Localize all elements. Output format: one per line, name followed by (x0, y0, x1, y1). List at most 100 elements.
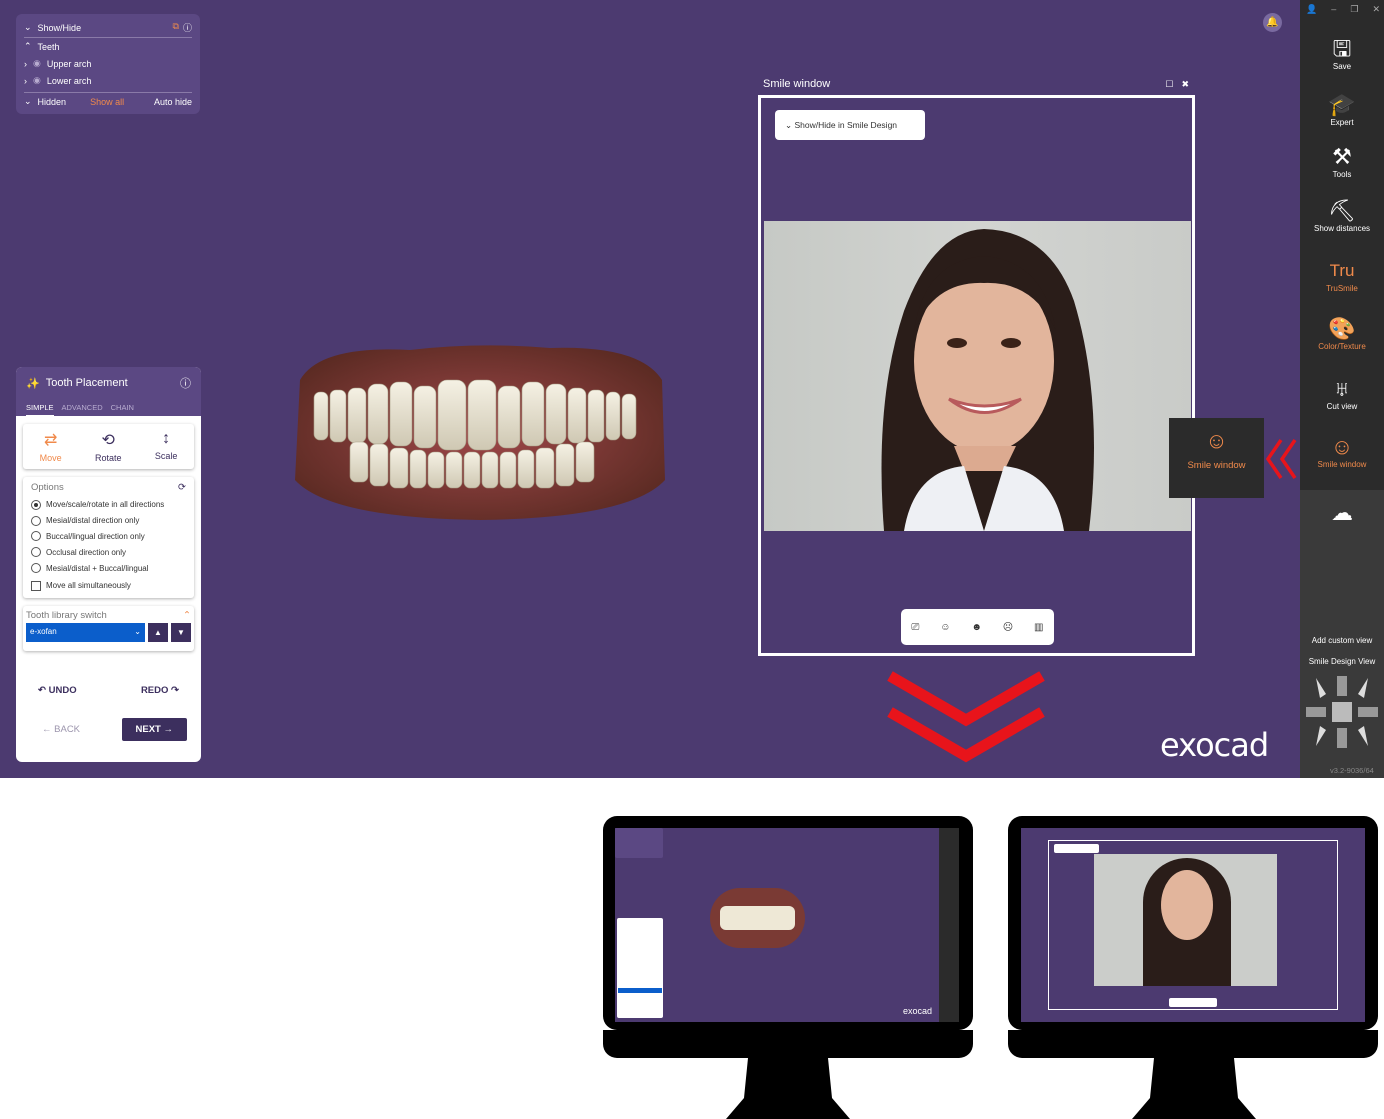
tab-chain[interactable]: CHAIN (111, 403, 134, 417)
monitor-left-stand (726, 1058, 850, 1119)
scale-icon: ↕ (162, 430, 171, 447)
palette-icon: 🎨 (1328, 316, 1356, 341)
option-radio[interactable]: Buccal/lingual direction only (31, 529, 186, 545)
teeth-group[interactable]: ⌃ Teeth (24, 38, 192, 55)
user-icon[interactable]: 👤 (1306, 4, 1317, 15)
toolbar-expert[interactable]: 🎓 Expert (1300, 92, 1384, 127)
option-radio[interactable]: Occlusal direction only (31, 544, 186, 560)
toolbar-color-texture[interactable]: 🎨 Color/Texture (1300, 316, 1384, 351)
monitor-right-stand (1132, 1058, 1256, 1119)
transform-mode-group: ⇄ Move ⟲ Rotate ↕ Scale (23, 424, 194, 469)
monitor-left-chin (603, 1030, 973, 1058)
lower-arch-item[interactable]: › ◉ Lower arch (24, 72, 192, 89)
chevron-down-icon[interactable]: ⌄ (24, 22, 32, 33)
options-box: Options ⟳ Move/scale/rotate in all direc… (23, 477, 194, 598)
upper-arch-item[interactable]: › ◉ Upper arch (24, 55, 192, 72)
monitor-right-chin (1008, 1030, 1378, 1058)
toolbar-trusmile[interactable]: Tru TruSmile (1300, 258, 1384, 293)
tools-icon: ⚒ (1332, 144, 1352, 169)
face-2d-icon[interactable]: ☺ (940, 622, 950, 633)
move-all-checkbox[interactable]: Move all simultaneously (31, 578, 186, 594)
close-icon[interactable]: ✕ (1372, 4, 1380, 15)
toolbar-save[interactable]: 🖫 Save (1300, 36, 1384, 71)
library-up-button[interactable]: ▲ (148, 623, 168, 642)
maximize-icon[interactable]: ☐ (1165, 79, 1173, 90)
cloud-ai-icon: ☁ (1331, 500, 1353, 525)
rotate-icon: ⟲ (101, 432, 115, 449)
help-icon[interactable]: ⓘ (183, 21, 192, 34)
monitor-left-screen: exocad (615, 828, 959, 1022)
minimize-icon[interactable]: – (1331, 4, 1336, 15)
rotate-button[interactable]: ⟲ Rotate (95, 430, 122, 463)
chevron-up-icon[interactable]: ⌃ (183, 610, 191, 621)
right-toolbar: 👤 – ❐ ✕ 🖫 Save 🎓 Expert ⚒ Tools ⛏ Show d… (1300, 0, 1384, 778)
option-radio[interactable]: Mesial/distal + Buccal/lingual (31, 560, 186, 576)
option-radio[interactable]: Mesial/distal direction only (31, 513, 186, 529)
toolbar-cut-view[interactable]: ♅ Cut view (1300, 376, 1384, 411)
bell-icon[interactable]: 🔔 (1263, 13, 1282, 32)
tooth-library-select[interactable]: e-xofan ⌄ (26, 623, 145, 642)
show-distances-icon: ⛏ (1328, 198, 1356, 223)
exocad-app: ⌄ Show/Hide ⧉ ⓘ ⌃ Teeth › ◉ Upper arch ›… (0, 0, 1384, 778)
reset-icon[interactable]: ⟳ (178, 482, 186, 493)
toolbar-ai-cloud[interactable]: ☁ (1300, 490, 1384, 542)
tooth-placement-title: Tooth Placement (45, 377, 128, 389)
smile-tools-bar: ⎚ ☺ ☻ ☹ ▥ (901, 609, 1054, 645)
move-arrows-icon: ⇄ (43, 432, 58, 449)
show-hide-title: Show/Hide (37, 22, 82, 33)
back-button[interactable]: ← BACK (42, 724, 80, 735)
view-cube-icon[interactable] (1304, 674, 1380, 750)
pin-icon[interactable]: ⧉ (173, 21, 179, 34)
scale-button[interactable]: ↕ Scale (155, 430, 178, 463)
chevron-up-icon: ⌃ (24, 41, 32, 51)
smile-window-titlebar[interactable]: Smile window ☐ ✖ (757, 74, 1195, 94)
left-arrows (1265, 439, 1297, 479)
chevron-right-icon: › (24, 58, 27, 69)
monitor-right-screen (1021, 828, 1365, 1022)
toolbar-bottom-area: Add custom view Smile Design View (1300, 542, 1384, 778)
undo-button[interactable]: ↶ UNDO (38, 685, 77, 696)
library-down-button[interactable]: ▼ (171, 623, 191, 642)
face-align-icon[interactable]: ☻ (971, 622, 982, 633)
teeth-row-icon[interactable]: ▥ (1034, 622, 1043, 633)
smile-design-view-button[interactable]: Smile Design View (1300, 657, 1384, 666)
patient-photo[interactable] (764, 221, 1191, 531)
restore-icon[interactable]: ❐ (1350, 4, 1358, 15)
toolbar-tools[interactable]: ⚒ Tools (1300, 144, 1384, 179)
eye-icon[interactable]: ◉ (33, 58, 41, 69)
dental-model-3d[interactable] (290, 340, 670, 525)
tooth-library-box: Tooth library switch ⌃ e-xofan ⌄ ▲ ▼ (23, 606, 194, 651)
option-radio[interactable]: Move/scale/rotate in all directions (31, 497, 186, 513)
chevron-down-icon: ⌄ (785, 120, 793, 130)
eye-icon[interactable]: ◉ (33, 75, 41, 86)
next-button[interactable]: NEXT → (121, 718, 187, 741)
chevron-down-icon: ⌄ (134, 627, 141, 636)
show-hide-smile-design-dropdown[interactable]: ⌄ Show/Hide in Smile Design (775, 110, 925, 140)
help-icon[interactable]: ⓘ (180, 375, 191, 391)
tab-advanced[interactable]: ADVANCED (62, 403, 103, 417)
close-icon[interactable]: ✖ (1181, 79, 1189, 90)
down-arrows (887, 671, 1045, 763)
toolbar-smile-window[interactable]: ☺ Smile window (1300, 434, 1384, 469)
face-icon: ☺ (1205, 428, 1228, 453)
show-hide-panel: ⌄ Show/Hide ⧉ ⓘ ⌃ Teeth › ◉ Upper arch ›… (16, 14, 200, 114)
version-label: v3.2-9036/64 (1330, 766, 1374, 775)
magic-wand-icon: ✨ (26, 377, 40, 390)
save-icon: 🖫 (1332, 36, 1352, 61)
show-all-link[interactable]: Show all (90, 97, 124, 107)
toolbar-show-distances[interactable]: ⛏ Show distances (1300, 198, 1384, 233)
auto-hide-link[interactable]: Auto hide (154, 97, 192, 107)
chevron-right-icon: › (24, 75, 27, 86)
cut-view-icon: ♅ (1333, 376, 1351, 401)
graduation-cap-icon: 🎓 (1328, 92, 1356, 117)
screen-capture-icon[interactable]: ⎚ (911, 622, 919, 633)
add-custom-view-button[interactable]: Add custom view (1300, 636, 1384, 645)
smile-window: ⌄ Show/Hide in Smile Design ⎚ ☺ ☻ ☹ ▥ (758, 95, 1195, 656)
move-button[interactable]: ⇄ Move (40, 430, 62, 463)
chevron-down-icon[interactable]: ⌄ (24, 96, 32, 107)
redo-button[interactable]: REDO ↷ (141, 685, 179, 696)
tab-simple[interactable]: SIMPLE (26, 403, 54, 417)
trusmile-icon: Tru (1329, 261, 1355, 280)
face-icon: ☺ (1330, 434, 1354, 459)
face-hide-icon[interactable]: ☹ (1003, 622, 1013, 633)
